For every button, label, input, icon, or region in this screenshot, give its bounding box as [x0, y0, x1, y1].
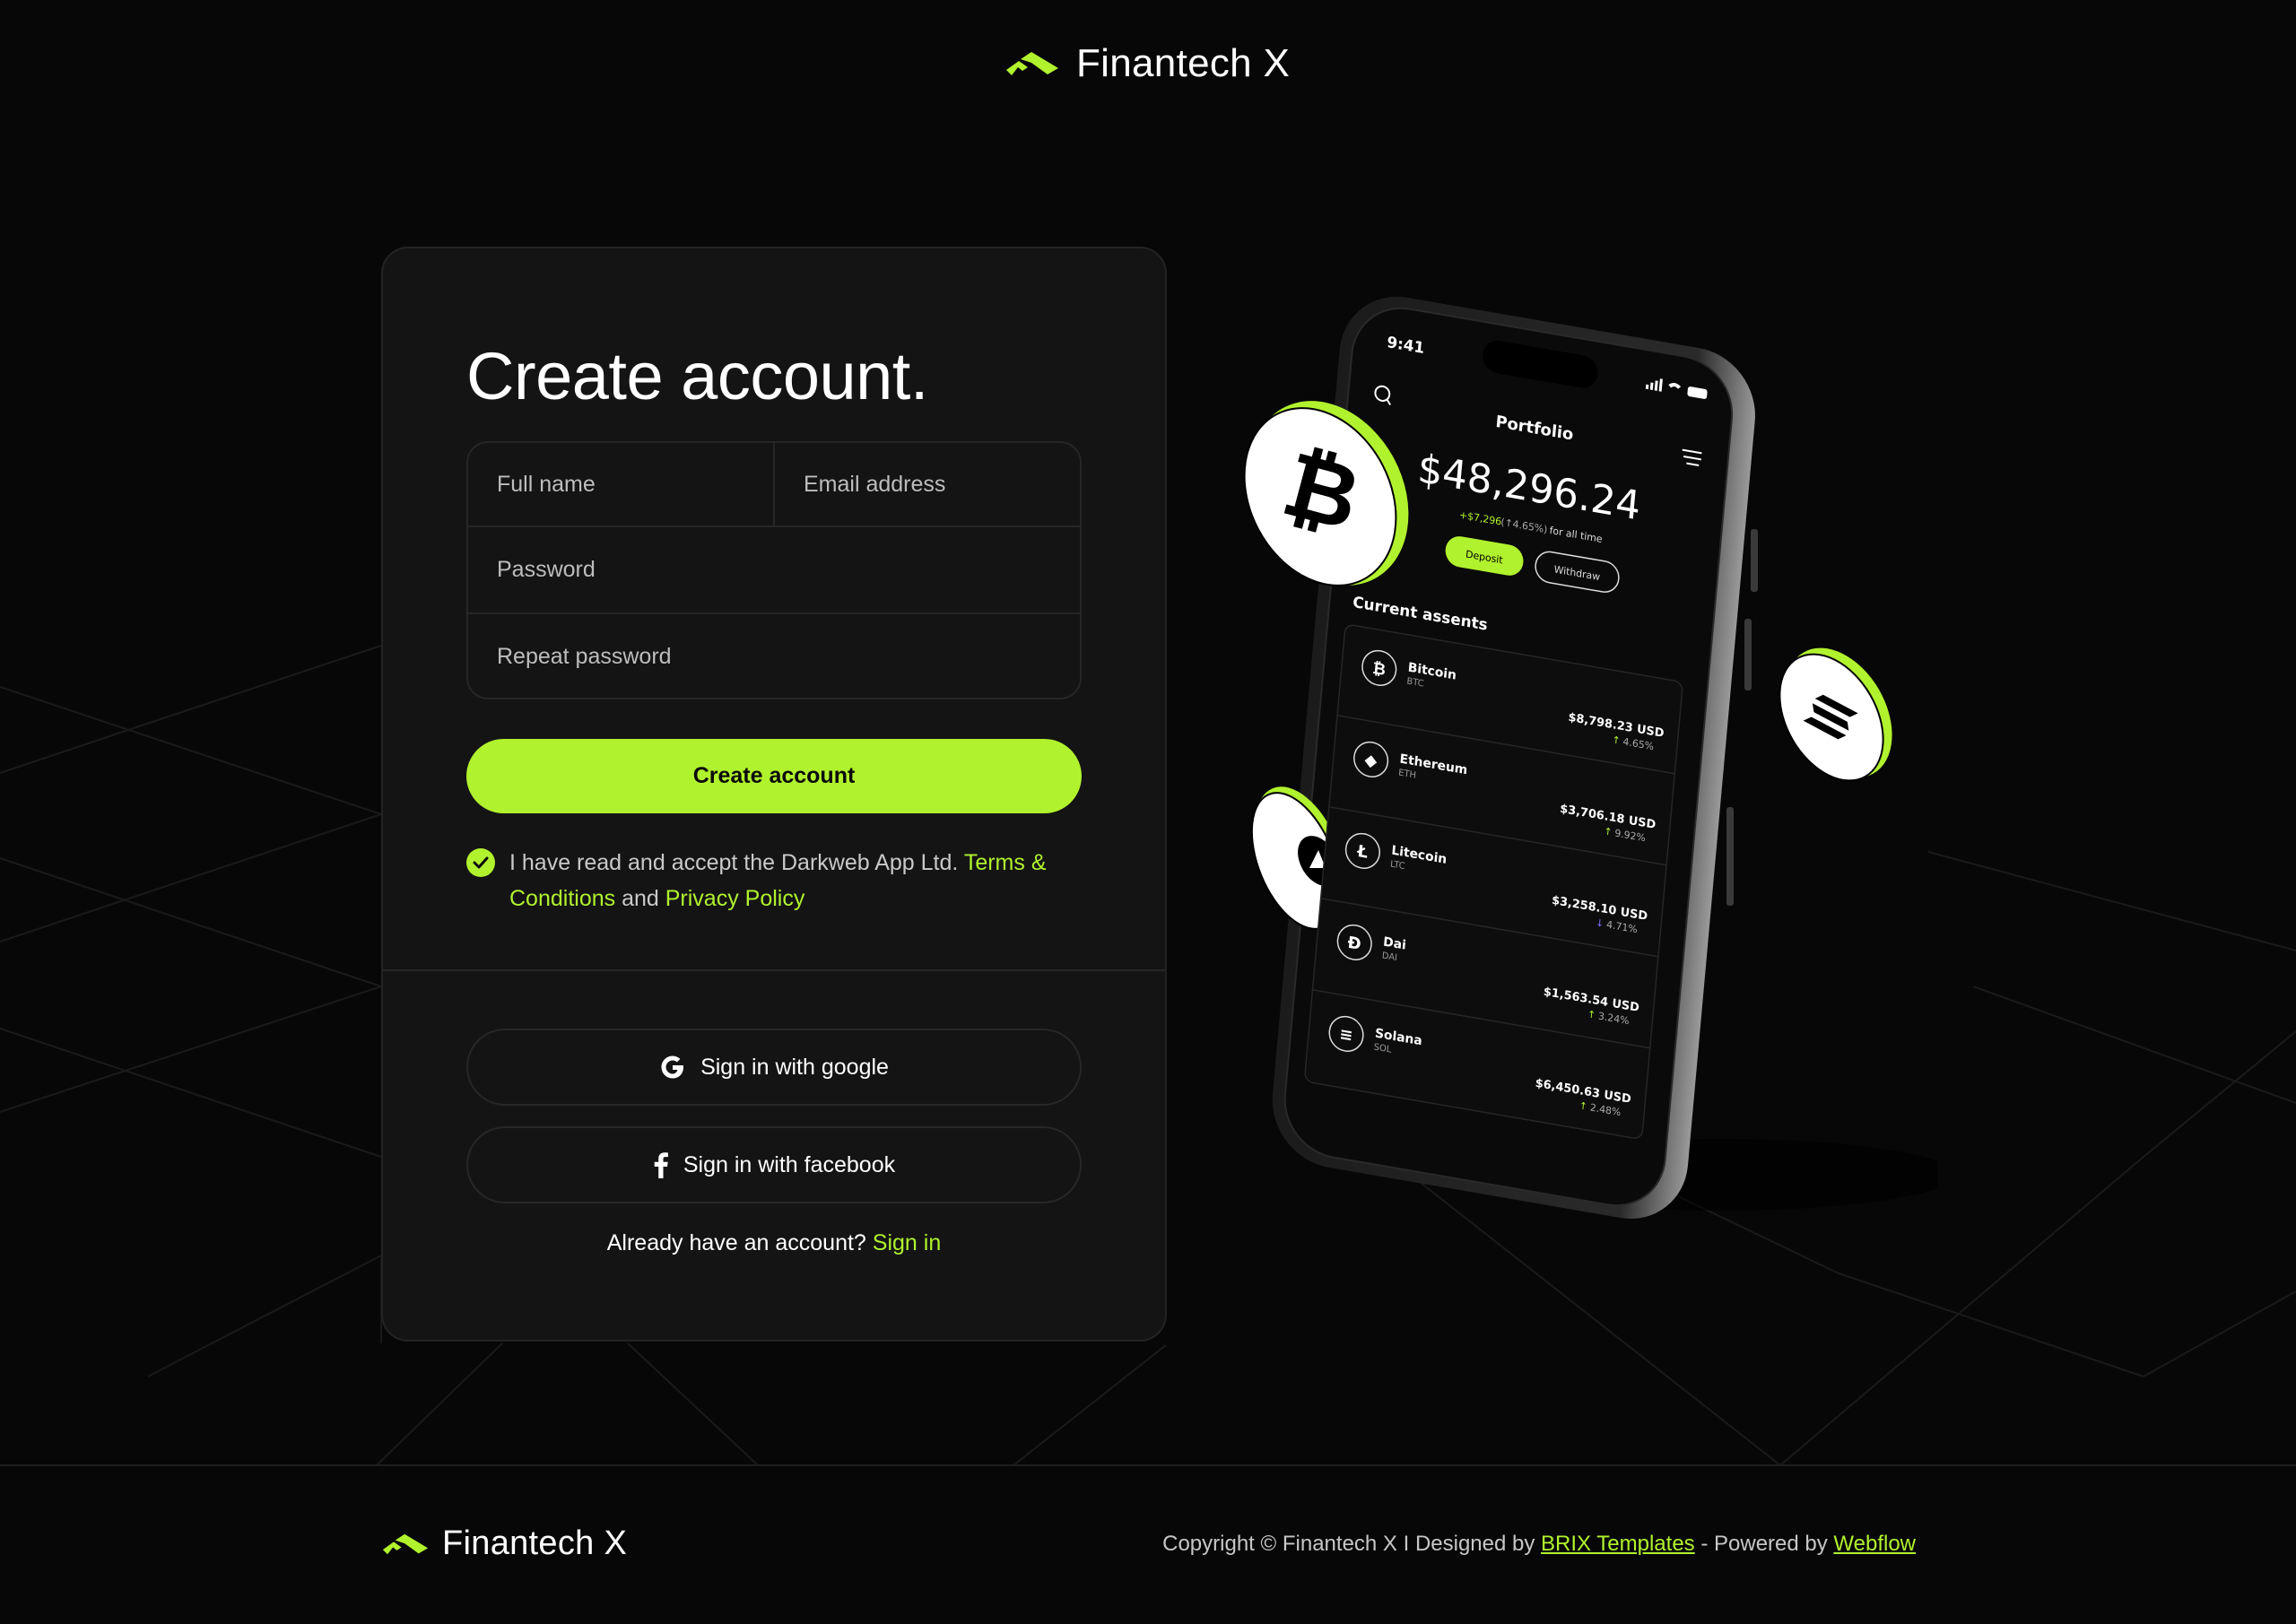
phone-side-button [1744, 619, 1752, 690]
privacy-link[interactable]: Privacy Policy [665, 886, 805, 911]
signin-link[interactable]: Sign in [873, 1230, 941, 1255]
litecoin-icon-glyph: Ł [1356, 842, 1370, 863]
terms-and: and [615, 886, 665, 911]
google-signin-label: Sign in with google [700, 1054, 889, 1080]
solana-icon-glyph: ≡ [1339, 1025, 1354, 1046]
solana-coin [1779, 647, 1892, 782]
terms-row: I have read and accept the Darkweb App L… [466, 845, 1085, 916]
webflow-link[interactable]: Webflow [1833, 1532, 1916, 1556]
arrow-up-icon: ↑ [1587, 1008, 1596, 1021]
phone-side-button [1726, 807, 1734, 906]
terms-text: I have read and accept the Darkweb App L… [509, 845, 1085, 916]
terms-prefix: I have read and accept the Darkweb App L… [509, 850, 964, 875]
create-account-button[interactable]: Create account [466, 739, 1082, 813]
arrow-up-icon: ↑ [1604, 825, 1613, 838]
phone-mockup: ₿ 9:41 Portfolio $48,296.24 +$7,296 (↑4.… [1243, 296, 1937, 1220]
create-account-card: Create account. Create account I have re… [381, 247, 1167, 1342]
phone-side-button [1751, 529, 1758, 592]
footer-logo[interactable]: Finantech X [381, 1524, 627, 1563]
assets-list [1304, 624, 1683, 1139]
google-icon [661, 1055, 684, 1079]
full-name-input[interactable] [468, 443, 775, 527]
arrow-up-icon: ↑ [1578, 1099, 1587, 1113]
header-logo[interactable]: Finantech X [1004, 41, 1290, 86]
footer-divider [0, 1464, 2296, 1466]
arrow-up-icon: ↑ [1612, 734, 1621, 747]
facebook-icon [654, 1152, 668, 1178]
logo-icon [382, 1533, 429, 1554]
signin-prompt: Already have an account? [606, 1230, 873, 1255]
checkmark-icon [473, 856, 489, 869]
signup-fields-group [466, 441, 1082, 699]
brix-templates-link[interactable]: BRIX Templates [1541, 1532, 1695, 1556]
ethereum-icon-glyph: ◆ [1364, 751, 1378, 771]
bitcoin-icon-glyph: ₿ [1371, 659, 1386, 680]
terms-checkbox[interactable] [466, 848, 495, 877]
dai-icon-glyph: Đ [1347, 934, 1362, 955]
copyright-prefix: Copyright © Finantech X I Designed by [1162, 1532, 1542, 1556]
page-title: Create account. [466, 339, 928, 413]
brand-name: Finantech X [1076, 41, 1291, 85]
email-input[interactable] [775, 443, 1080, 527]
section-divider [383, 969, 1165, 971]
footer-brand-name: Finantech X [442, 1524, 628, 1562]
repeat-password-input[interactable] [468, 614, 1080, 698]
powered-prefix: - Powered by [1694, 1532, 1834, 1556]
copyright: Copyright © Finantech X I Designed by BR… [1162, 1532, 1916, 1557]
facebook-signin-button[interactable]: Sign in with facebook [466, 1126, 1082, 1203]
logo-icon [1006, 52, 1058, 75]
password-input[interactable] [468, 527, 1080, 614]
signin-prompt-row: Already have an account? Sign in [383, 1230, 1165, 1256]
facebook-signin-label: Sign in with facebook [683, 1151, 896, 1177]
arrow-down-icon: ↓ [1596, 916, 1605, 930]
google-signin-button[interactable]: Sign in with google [466, 1029, 1082, 1106]
